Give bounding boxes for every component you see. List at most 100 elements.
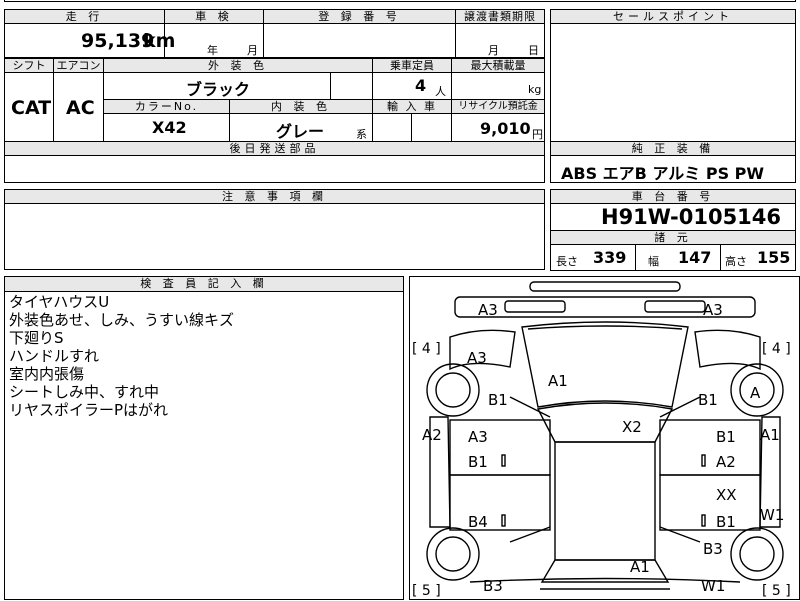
damage-mark: B3 — [483, 577, 503, 595]
length-label: 長さ — [556, 255, 578, 268]
chassis-cell: H91W-0105146 — [550, 203, 796, 231]
import-header: 輸 入 車 — [372, 99, 452, 114]
import-cell-b — [411, 113, 452, 142]
later-parts-header: 後日発送部品 — [4, 141, 545, 156]
exterior-cell: ブラック — [103, 72, 331, 100]
interior-header: 内 装 色 — [229, 99, 373, 114]
shift-cell: CAT — [4, 72, 54, 142]
inspector-line: タイヤハウスU — [9, 293, 110, 311]
width-value: 147 — [678, 248, 712, 267]
tire-rear-right-value: [ 5 ] — [762, 583, 791, 599]
distance-header: 走 行 — [4, 9, 165, 24]
damage-mark: B1 — [488, 391, 508, 409]
interior-suffix: 系 — [356, 128, 367, 141]
tire-rear-left-value: [ 5 ] — [412, 583, 441, 599]
exterior-header: 外 装 色 — [103, 58, 373, 73]
color-no-value: X42 — [152, 118, 187, 137]
inspector-line: ハンドルすれ — [9, 347, 100, 365]
inspector-header: 検 査 員 記 入 欄 — [4, 276, 404, 292]
damage-mark: B3 — [703, 540, 723, 558]
inspector-lines: タイヤハウスU 外装色あせ、しみ、うすい線キズ 下廻りS ハンドルすれ 室内内張… — [9, 293, 234, 419]
height-label: 高さ — [725, 255, 747, 268]
capacity-header: 乗車定員 — [372, 58, 452, 73]
length-value: 339 — [593, 248, 627, 267]
damage-mark: A1 — [760, 426, 780, 444]
damage-mark: A — [750, 384, 761, 402]
transfer-day-label: 日 — [528, 44, 539, 57]
import-cell-a — [372, 113, 412, 142]
max-load-header: 最大積載量 — [451, 58, 545, 73]
capacity-cell: 4 人 — [372, 72, 452, 100]
damage-mark: X2 — [622, 418, 642, 436]
damage-mark: B1 — [468, 453, 488, 471]
recycle-header: リサイクル預託金 — [451, 99, 545, 114]
spec-header: 諸 元 — [550, 230, 796, 245]
equipment-header: 純 正 装 備 — [550, 141, 796, 156]
notes-cell — [4, 203, 545, 270]
width-cell: 幅 147 — [635, 244, 721, 271]
damage-mark: B4 — [468, 513, 488, 531]
damage-mark: A3 — [467, 349, 487, 367]
shift-header: シフト — [4, 58, 54, 73]
recycle-unit: 円 — [532, 128, 543, 141]
inspection-month-label: 月 — [247, 44, 258, 57]
later-parts-cell — [4, 155, 545, 183]
capacity-value: 4 — [415, 76, 427, 95]
top-strip — [4, 0, 796, 2]
transfer-cell: 月 日 — [455, 23, 545, 58]
equipment-value: ABS エアB アルミ PS PW — [561, 164, 765, 183]
inspection-year-label: 年 — [207, 44, 218, 57]
shift-value: CAT — [11, 97, 52, 119]
inspection-cell: 年 月 — [164, 23, 264, 58]
chassis-value: H91W-0105146 — [601, 205, 782, 229]
sales-point-header: セールスポイント — [550, 9, 796, 24]
inspector-line: リヤスポイラーPはがれ — [9, 401, 169, 419]
width-label: 幅 — [648, 255, 659, 268]
transfer-header: 譲渡書類期限 — [455, 9, 545, 24]
vehicle-diagram: [ 4 ] [ 4 ] [ 5 ] [ 5 ] A3 A3 A3 A1 B1 B… — [409, 276, 800, 600]
damage-mark: A1 — [630, 558, 650, 576]
damage-mark: A2 — [716, 453, 736, 471]
damage-mark: B1 — [716, 513, 736, 531]
color-no-cell: X42 — [103, 113, 230, 142]
damage-mark: A2 — [422, 426, 442, 444]
height-cell: 高さ 155 — [720, 244, 796, 271]
damage-mark: A3 — [703, 301, 723, 319]
damage-mark: W1 — [701, 577, 726, 595]
registration-header: 登 録 番 号 — [263, 9, 456, 24]
transfer-month-label: 月 — [488, 44, 499, 57]
inspector-line: 下廻りS — [9, 329, 64, 347]
notes-header: 注 意 事 項 欄 — [4, 189, 545, 204]
aircon-cell: AC — [53, 72, 104, 142]
interior-value: グレー — [276, 122, 325, 141]
exterior-cell-extra — [330, 72, 373, 100]
damage-mark: A1 — [548, 372, 568, 390]
damage-mark: XX — [716, 486, 737, 504]
damage-mark: B1 — [716, 428, 736, 446]
damage-mark: A3 — [478, 301, 498, 319]
registration-cell — [263, 23, 456, 58]
damage-mark: A3 — [468, 428, 488, 446]
chassis-header: 車 台 番 号 — [550, 189, 796, 204]
equipment-cell: ABS エアB アルミ PS PW — [550, 155, 796, 183]
tire-front-right-value: [ 4 ] — [762, 341, 791, 357]
damage-mark: B1 — [698, 391, 718, 409]
max-load-unit: kg — [528, 83, 542, 96]
aircon-header: エアコン — [53, 58, 104, 73]
aircon-value: AC — [66, 97, 95, 119]
sales-point-panel — [550, 9, 796, 142]
inspector-line: 外装色あせ、しみ、うすい線キズ — [9, 311, 235, 329]
inspection-header: 車 検 — [164, 9, 264, 24]
exterior-value: ブラック — [186, 80, 251, 99]
interior-cell: グレー 系 — [229, 113, 373, 142]
recycle-cell: 9,010 円 — [451, 113, 545, 142]
tire-front-left-value: [ 4 ] — [412, 341, 441, 357]
inspector-line: 室内内張傷 — [9, 365, 85, 383]
height-value: 155 — [757, 248, 791, 267]
length-cell: 長さ 339 — [550, 244, 636, 271]
distance-cell: 95,139 km — [4, 23, 175, 58]
color-no-header: カラーNo. — [103, 99, 230, 114]
recycle-value: 9,010 — [480, 119, 531, 138]
damage-mark: W1 — [760, 506, 785, 524]
capacity-unit: 人 — [435, 85, 446, 98]
